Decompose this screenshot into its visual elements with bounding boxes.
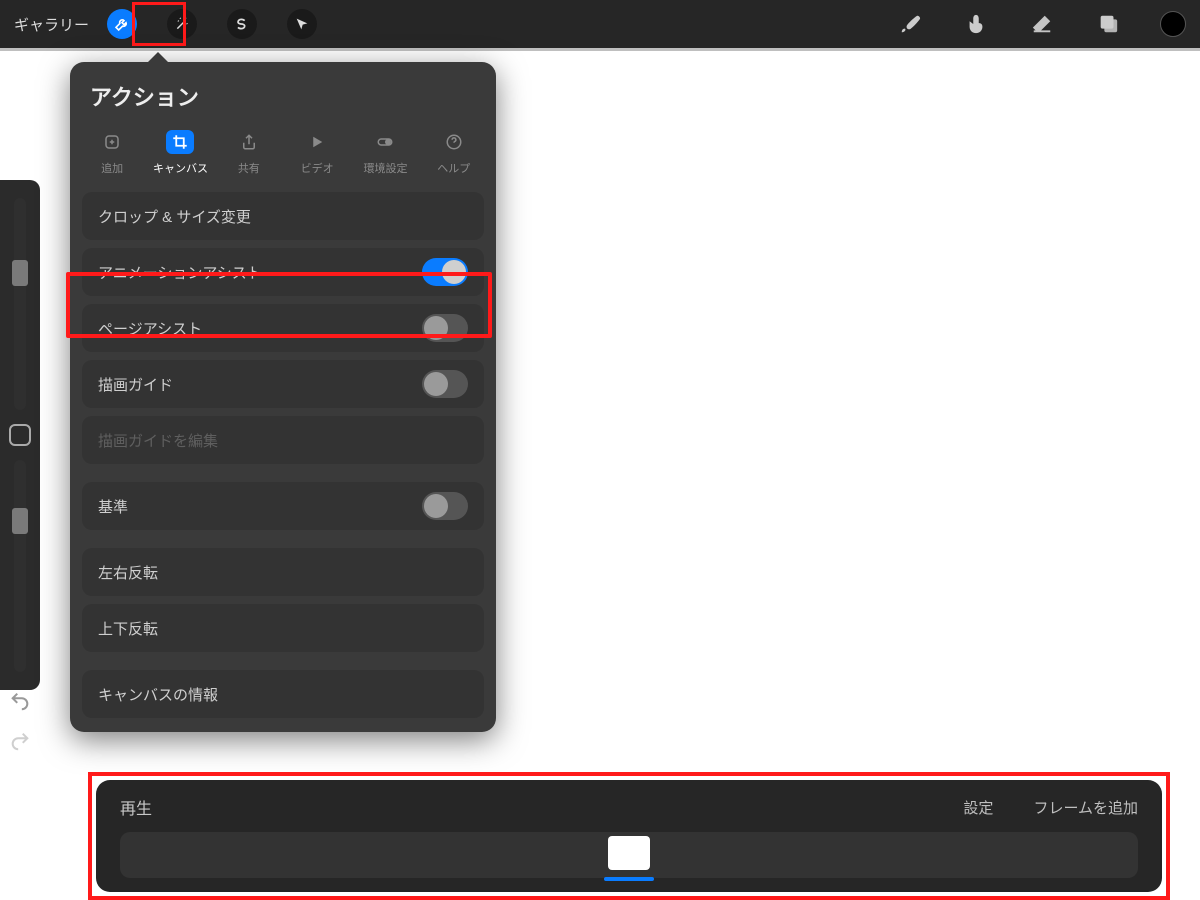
row-label: 左右反転 bbox=[98, 562, 158, 583]
row-label: アニメーションアシスト bbox=[98, 262, 262, 283]
tab-label: 追加 bbox=[101, 160, 123, 176]
row-flip-vertical[interactable]: 上下反転 bbox=[82, 604, 484, 652]
actions-button[interactable] bbox=[107, 9, 137, 39]
finger-smudge-icon bbox=[965, 13, 987, 35]
s-icon bbox=[234, 16, 250, 32]
add-frame-button[interactable]: フレームを追加 bbox=[1033, 797, 1138, 818]
left-sidebar bbox=[0, 180, 40, 690]
undo-icon[interactable] bbox=[9, 690, 31, 712]
color-picker[interactable] bbox=[1160, 11, 1186, 37]
layers-icon bbox=[1097, 13, 1119, 35]
toggle-page-assist[interactable] bbox=[422, 314, 468, 342]
actions-list: クロップ & サイズ変更 アニメーションアシスト ページアシスト 描画ガイド 描… bbox=[70, 184, 496, 718]
top-toolbar: ギャラリー bbox=[0, 0, 1200, 48]
eraser-icon bbox=[1031, 13, 1053, 35]
toolbar-shadow bbox=[0, 48, 1200, 51]
row-animation-assist[interactable]: アニメーションアシスト bbox=[82, 248, 484, 296]
row-flip-horizontal[interactable]: 左右反転 bbox=[82, 548, 484, 596]
frame-selection-indicator bbox=[604, 877, 654, 881]
modify-button[interactable] bbox=[9, 424, 31, 446]
tab-canvas[interactable]: キャンバス bbox=[146, 126, 214, 180]
tab-video[interactable]: ビデオ bbox=[283, 126, 351, 180]
selection-button[interactable] bbox=[227, 9, 257, 39]
actions-popover: アクション 追加 キャンバス 共有 ビデオ 環境設定 ヘルプ クロップ & サイ… bbox=[70, 62, 496, 732]
tab-label: ビデオ bbox=[301, 160, 334, 176]
opacity-slider[interactable] bbox=[14, 460, 26, 672]
tab-prefs[interactable]: 環境設定 bbox=[351, 126, 419, 180]
slider-thumb[interactable] bbox=[12, 260, 28, 286]
gallery-link[interactable]: ギャラリー bbox=[14, 14, 89, 35]
layers-tool[interactable] bbox=[1094, 10, 1122, 38]
popover-title: アクション bbox=[70, 80, 496, 126]
tab-label: 環境設定 bbox=[363, 160, 407, 176]
adjustments-button[interactable] bbox=[167, 9, 197, 39]
brush-icon bbox=[899, 13, 921, 35]
tab-label: キャンバス bbox=[153, 160, 208, 176]
redo-icon[interactable] bbox=[9, 730, 31, 752]
wrench-icon bbox=[114, 16, 130, 32]
row-label: 基準 bbox=[98, 496, 128, 517]
row-label: キャンバスの情報 bbox=[98, 684, 218, 705]
row-label: 描画ガイドを編集 bbox=[98, 430, 218, 451]
smudge-tool[interactable] bbox=[962, 10, 990, 38]
question-circle-icon bbox=[445, 133, 463, 151]
row-crop-resize[interactable]: クロップ & サイズ変更 bbox=[82, 192, 484, 240]
eraser-tool[interactable] bbox=[1028, 10, 1056, 38]
transform-button[interactable] bbox=[287, 9, 317, 39]
row-reference[interactable]: 基準 bbox=[82, 482, 484, 530]
timeline-settings[interactable]: 設定 bbox=[963, 797, 993, 818]
frame-thumbnail[interactable] bbox=[608, 836, 650, 870]
toggle-animation-assist[interactable] bbox=[422, 258, 468, 286]
cursor-arrow-icon bbox=[294, 16, 310, 32]
brush-tool[interactable] bbox=[896, 10, 924, 38]
canvas-crop-icon bbox=[171, 133, 189, 151]
tab-help[interactable]: ヘルプ bbox=[420, 126, 488, 180]
slider-thumb[interactable] bbox=[12, 508, 28, 534]
row-label: 上下反転 bbox=[98, 618, 158, 639]
tab-label: ヘルプ bbox=[437, 160, 470, 176]
timeline-track[interactable] bbox=[120, 832, 1138, 878]
row-drawing-guide[interactable]: 描画ガイド bbox=[82, 360, 484, 408]
play-button[interactable]: 再生 bbox=[120, 795, 152, 819]
share-up-icon bbox=[240, 133, 258, 151]
undo-redo-group bbox=[0, 690, 40, 752]
actions-tabs: 追加 キャンバス 共有 ビデオ 環境設定 ヘルプ bbox=[70, 126, 496, 184]
row-canvas-info[interactable]: キャンバスの情報 bbox=[82, 670, 484, 718]
animation-timeline: 再生 設定 フレームを追加 bbox=[96, 780, 1162, 892]
magic-wand-icon bbox=[174, 16, 190, 32]
tab-share[interactable]: 共有 bbox=[215, 126, 283, 180]
row-page-assist[interactable]: ページアシスト bbox=[82, 304, 484, 352]
play-triangle-icon bbox=[308, 133, 326, 151]
tab-add[interactable]: 追加 bbox=[78, 126, 146, 180]
row-label: 描画ガイド bbox=[98, 374, 173, 395]
row-label: クロップ & サイズ変更 bbox=[98, 206, 251, 227]
row-edit-drawing-guide: 描画ガイドを編集 bbox=[82, 416, 484, 464]
brush-size-slider[interactable] bbox=[14, 198, 26, 410]
timeline-header: 再生 設定 フレームを追加 bbox=[120, 792, 1138, 822]
toggle-icon bbox=[376, 133, 394, 151]
tab-label: 共有 bbox=[238, 160, 260, 176]
plus-square-icon bbox=[103, 133, 121, 151]
toggle-reference[interactable] bbox=[422, 492, 468, 520]
row-label: ページアシスト bbox=[98, 318, 202, 339]
toggle-drawing-guide[interactable] bbox=[422, 370, 468, 398]
toolbar-right bbox=[858, 10, 1186, 38]
